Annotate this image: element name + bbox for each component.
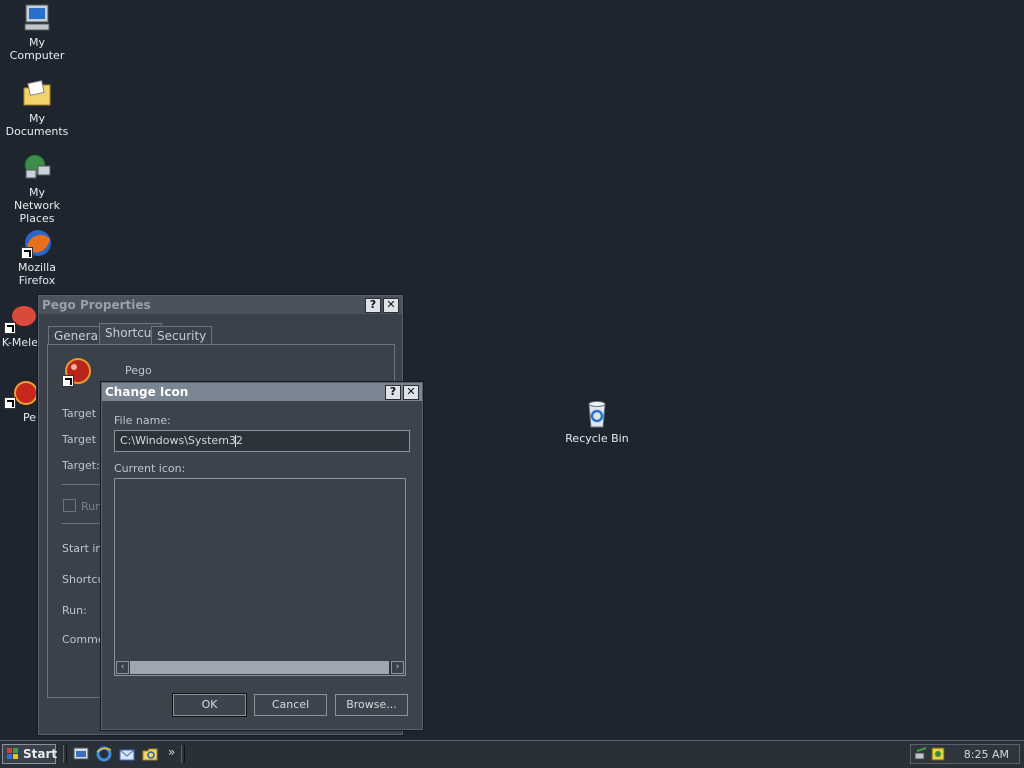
properties-titlebar[interactable]: Pego Properties ? ✕ [39, 296, 402, 314]
file-name-input[interactable]: C:\Windows\System32 [114, 430, 410, 452]
quick-launch-more-button[interactable]: » [168, 745, 175, 759]
file-name-label: File name: [114, 414, 171, 427]
desktop-icon-label: Mozilla Firefox [18, 261, 56, 287]
dialog-titlebar[interactable]: Change Icon ? ✕ [102, 383, 422, 401]
run-as-checkbox[interactable] [63, 499, 76, 512]
start-label: Start [23, 747, 58, 761]
dialog-title: Change Icon [105, 385, 189, 399]
show-desktop-icon[interactable] [73, 746, 89, 762]
text-cursor-icon [235, 435, 236, 447]
scroll-right-button[interactable]: › [391, 661, 404, 674]
tab-security[interactable]: Security [151, 326, 213, 345]
help-button[interactable]: ? [365, 297, 381, 313]
k-meleon-icon [4, 302, 36, 334]
start-button[interactable]: Start [2, 744, 58, 764]
shortcut-arrow-icon [4, 397, 16, 409]
pego-icon [4, 377, 38, 409]
desktop-icon-label: My Computer [9, 36, 65, 62]
close-button[interactable]: ✕ [403, 384, 419, 400]
internet-explorer-icon[interactable] [96, 746, 112, 762]
change-icon-dialog: Change Icon ? ✕ File name: C:\Windows\Sy… [101, 382, 423, 730]
taskbar: Start » 8:25 AM [0, 740, 1024, 768]
current-icon-label: Current icon: [114, 462, 186, 475]
system-tray: 8:25 AM [910, 744, 1020, 764]
windows-logo-icon [7, 748, 18, 759]
recycle-bin-icon [581, 398, 613, 430]
desktop-icon-k-meleon[interactable]: K-Mele [0, 302, 40, 349]
cancel-button[interactable]: Cancel [254, 694, 327, 716]
scroll-left-button[interactable]: ‹ [116, 661, 129, 674]
outlook-express-icon[interactable] [119, 746, 135, 762]
scroll-thumb[interactable] [130, 661, 389, 674]
field-label-shortcut-key: Shortcu [62, 573, 105, 586]
help-button[interactable]: ? [385, 384, 401, 400]
horizontal-scrollbar[interactable]: ‹ › [116, 661, 404, 674]
desktop-icon-label: Pe [22, 411, 36, 424]
computer-icon [21, 2, 53, 34]
windows-explorer-icon[interactable] [142, 746, 158, 762]
window-title: Pego Properties [42, 298, 151, 312]
field-label-start-in: Start in: [62, 542, 107, 555]
desktop-icon-my-computer[interactable]: My Computer [0, 2, 74, 62]
icon-list[interactable]: ‹ › [114, 478, 406, 676]
field-label-run: Run: [62, 604, 87, 617]
desktop-icon-label: K-Mele [1, 336, 38, 349]
network-globe-icon [21, 152, 53, 184]
shortcut-arrow-icon [21, 247, 33, 259]
desktop-icon-label: My Documents [5, 112, 69, 138]
desktop-icon-label: Recycle Bin [565, 432, 629, 445]
ok-button[interactable]: OK [172, 693, 247, 717]
shortcut-arrow-icon [4, 322, 16, 334]
security-tray-icon[interactable] [931, 747, 945, 761]
pego-app-icon [62, 357, 92, 387]
close-button[interactable]: ✕ [383, 297, 399, 313]
clock[interactable]: 8:25 AM [964, 748, 1009, 762]
file-name-value: C:\Windows\System32 [120, 434, 243, 447]
desktop-icon-my-documents[interactable]: My Documents [0, 78, 74, 138]
desktop-icon-mozilla-firefox[interactable]: Mozilla Firefox [0, 227, 74, 287]
desktop-icon-label: My Network Places [14, 186, 60, 225]
field-label-target: Target: [62, 459, 100, 472]
desktop-icon-recycle-bin[interactable]: Recycle Bin [560, 398, 634, 445]
network-tray-icon[interactable] [914, 747, 928, 761]
shortcut-name: Pego [125, 364, 152, 377]
browse-button[interactable]: Browse... [335, 694, 408, 716]
folder-icon [21, 78, 53, 110]
desktop-icon-pego[interactable]: Pe [0, 377, 40, 424]
run-as-label: Run [81, 500, 103, 513]
shortcut-arrow-icon [62, 375, 74, 387]
desktop-icon-my-network-places[interactable]: My Network Places [0, 152, 74, 225]
firefox-icon [21, 227, 53, 259]
